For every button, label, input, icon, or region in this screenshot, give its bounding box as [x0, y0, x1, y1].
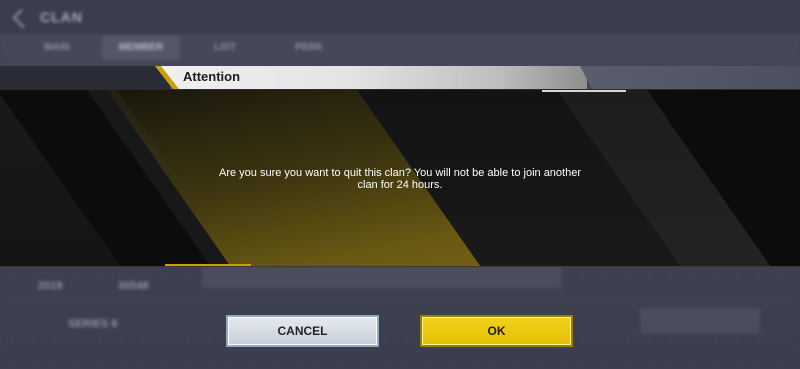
dialog-body: Are you sure you want to quit this clan?… — [0, 89, 800, 267]
dialog-title: Attention — [183, 69, 241, 84]
background-panel-center — [202, 266, 562, 288]
cancel-button[interactable]: CANCEL — [226, 315, 379, 347]
decor-line-bottom — [165, 264, 251, 266]
background-top-bar — [0, 0, 800, 34]
background-tab-bar: MAIN MEMBER LIST PERK — [18, 36, 348, 60]
background-stat-left: 2019 — [38, 280, 63, 292]
background-stat-right: 30548 — [118, 280, 149, 292]
tab-member: MEMBER — [102, 36, 180, 60]
background-card-bottom-right — [640, 308, 760, 334]
background-screen-title: CLAN — [40, 9, 83, 25]
ok-button[interactable]: OK — [420, 315, 573, 347]
tab-list: LIST — [214, 42, 236, 53]
dialog-message-line-2: clan for 24 hours. — [357, 179, 443, 191]
tab-perk: PERK — [295, 42, 323, 53]
tab-main: MAIN — [44, 42, 70, 53]
header-left-block — [0, 66, 170, 89]
decor-line-top — [542, 90, 626, 92]
dialog-message-line-1: Are you sure you want to quit this clan?… — [218, 167, 581, 179]
header-right-block — [580, 66, 800, 89]
dialog-header: Attention — [0, 66, 800, 89]
background-series-label: SERIES 8 — [68, 318, 118, 330]
dialog-message: Are you sure you want to quit this clan?… — [150, 167, 650, 191]
